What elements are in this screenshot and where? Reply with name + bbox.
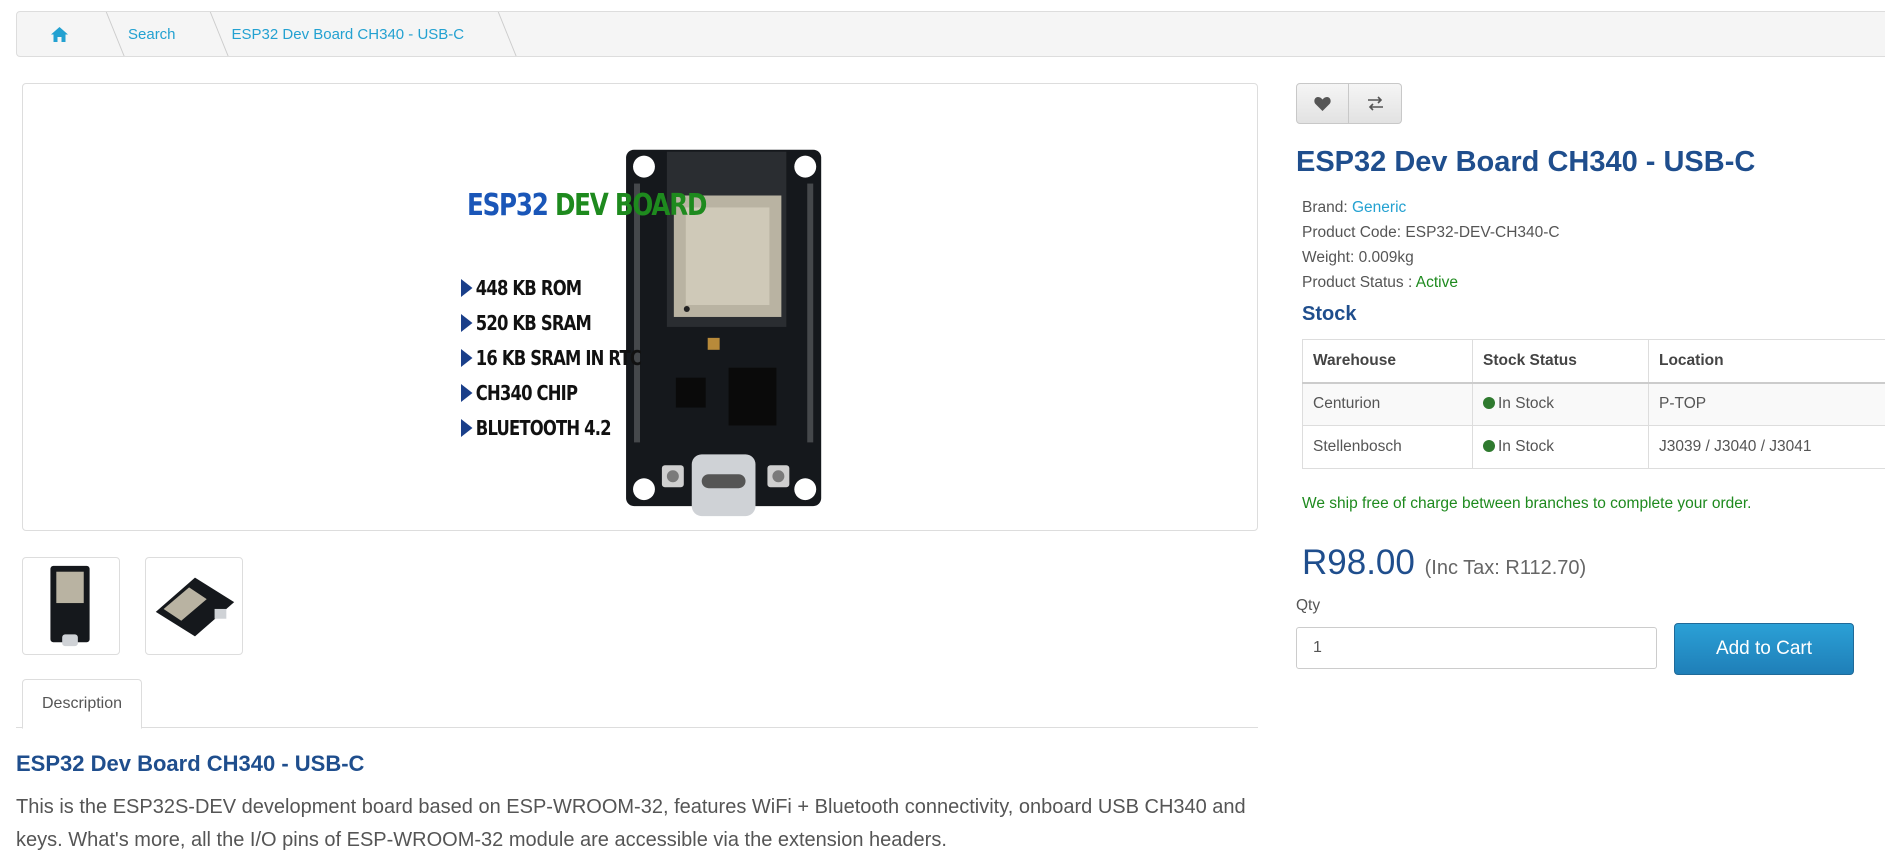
compare-button[interactable] <box>1349 83 1402 124</box>
spec-item: 448 KB ROM <box>461 270 641 305</box>
board-top-thumbnail-icon <box>50 565 90 647</box>
triangle-bullet-icon <box>461 418 473 437</box>
status-row: Product Status : Active <box>1302 274 1458 291</box>
price-amount: R98.00 <box>1302 543 1415 582</box>
status-cell: In Stock <box>1472 382 1649 426</box>
location-cell: P-TOP <box>1648 382 1885 426</box>
shipping-note: We ship free of charge between branches … <box>1302 495 1752 512</box>
home-icon[interactable] <box>51 26 68 42</box>
stock-table-header: Warehouse Stock Status Location <box>1302 339 1885 384</box>
warehouse-cell: Stellenbosch <box>1302 425 1473 469</box>
brand-link[interactable]: Generic <box>1352 199 1406 216</box>
location-cell: J3039 / J3040 / J3041 <box>1648 425 1885 469</box>
thumbnail-2[interactable] <box>145 557 243 655</box>
status-cell: In Stock <box>1472 425 1649 469</box>
main-product-image[interactable]: ESP32 DEV BOARD 448 KB ROM 520 KB SRAM 1… <box>22 83 1258 531</box>
spec-item: 520 KB SRAM <box>461 305 641 340</box>
weight-row: Weight: 0.009kg <box>1302 249 1414 266</box>
tab-description[interactable]: Description <box>22 679 143 729</box>
add-to-cart-button[interactable]: Add to Cart <box>1674 623 1854 675</box>
triangle-bullet-icon <box>461 383 473 402</box>
table-row: Stellenbosch In Stock J3039 / J3040 / J3… <box>1302 425 1885 469</box>
spec-item: 16 KB SRAM IN RTC <box>461 340 642 375</box>
image-spec-list: 448 KB ROM 520 KB SRAM 16 KB SRAM IN RTC… <box>461 270 681 445</box>
warehouse-cell: Centurion <box>1302 382 1473 426</box>
wishlist-button[interactable] <box>1296 83 1349 124</box>
breadcrumb: Search ESP32 Dev Board CH340 - USB-C <box>16 11 1885 57</box>
product-title: ESP32 Dev Board CH340 - USB-C <box>1296 146 1756 178</box>
image-title: ESP32 DEV BOARD <box>467 188 707 223</box>
triangle-bullet-icon <box>461 278 473 297</box>
stock-title: Stock <box>1302 303 1357 325</box>
in-stock-dot-icon <box>1483 440 1495 452</box>
spec-item: CH340 CHIP <box>461 375 641 410</box>
qty-label: Qty <box>1296 597 1321 614</box>
tab-bar: Description <box>16 679 1258 729</box>
product-meta: Brand: Generic Product Code: ESP32-DEV-C… <box>1302 195 1560 295</box>
exchange-icon <box>1367 96 1383 111</box>
description-title: ESP32 Dev Board CH340 - USB-C <box>16 751 365 776</box>
breadcrumb-search[interactable]: Search <box>102 12 206 56</box>
column-header: Location <box>1648 339 1885 384</box>
column-header: Warehouse <box>1302 339 1473 384</box>
stock-table: Warehouse Stock Status Location Centurio… <box>1302 339 1885 469</box>
qty-input[interactable] <box>1296 627 1657 669</box>
status-badge: Active <box>1415 274 1458 291</box>
product-actions <box>1296 83 1402 124</box>
description-body: This is the ESP32S-DEV development board… <box>16 796 1246 851</box>
product-code-row: Product Code: ESP32-DEV-CH340-C <box>1302 224 1560 241</box>
brand-row: Brand: Generic <box>1302 199 1407 216</box>
breadcrumb-home[interactable] <box>17 12 102 56</box>
spec-item: BLUETOOTH 4.2 <box>461 410 641 445</box>
in-stock-dot-icon <box>1483 397 1495 410</box>
breadcrumb-product[interactable]: ESP32 Dev Board CH340 - USB-C <box>206 12 495 56</box>
thumbnail-1[interactable] <box>22 557 120 655</box>
price-inc-tax: (Inc Tax: R112.70) <box>1424 557 1587 579</box>
triangle-bullet-icon <box>461 313 473 332</box>
board-angle-thumbnail-icon <box>155 577 235 637</box>
table-row: Centurion In Stock P-TOP <box>1302 382 1885 426</box>
heart-icon <box>1314 97 1331 111</box>
price: R98.00 (Inc Tax: R112.70) <box>1302 543 1586 583</box>
column-header: Stock Status <box>1472 339 1649 384</box>
triangle-bullet-icon <box>461 348 473 367</box>
